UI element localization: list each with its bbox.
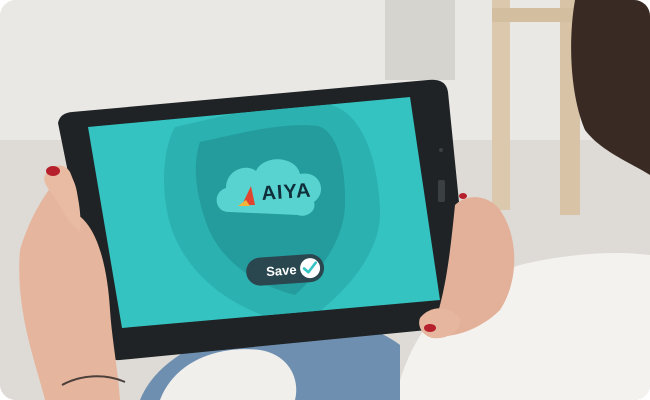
right-nail-top [459, 193, 467, 199]
left-thumbnail [46, 166, 60, 176]
save-toggle[interactable]: Save [245, 253, 325, 286]
logo-text: AIYA [261, 180, 312, 205]
window-frame [385, 0, 455, 80]
scene: AIYA Save [0, 0, 650, 400]
save-label: Save [266, 262, 297, 279]
photo: AIYA Save [0, 0, 650, 400]
right-fingernail [424, 324, 436, 332]
home-button [438, 180, 445, 202]
camera [439, 148, 443, 152]
chair-rail [492, 8, 582, 22]
chair-leg-1 [492, 0, 510, 210]
